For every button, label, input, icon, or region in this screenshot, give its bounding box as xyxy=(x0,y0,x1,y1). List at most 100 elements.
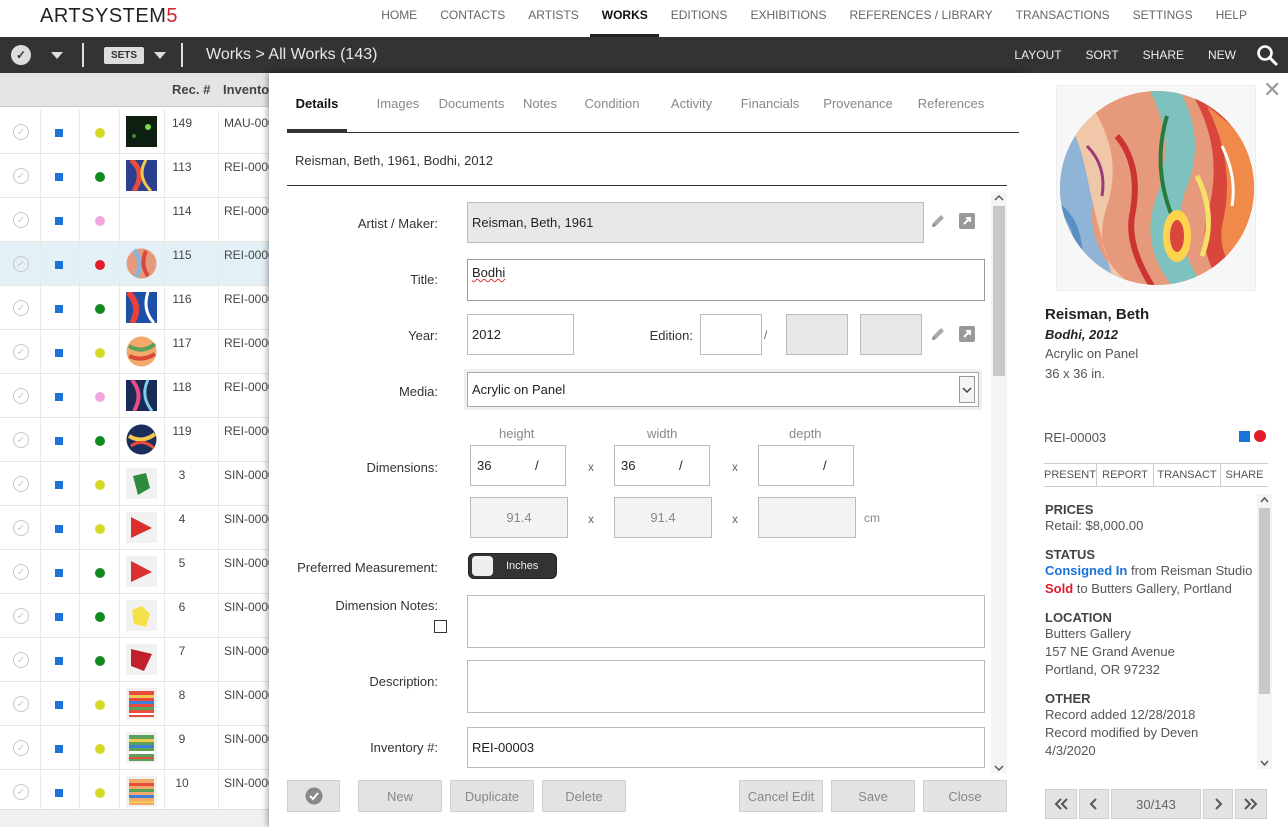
edit-edition-pencil-icon[interactable] xyxy=(929,325,947,343)
report-button[interactable]: REPORT xyxy=(1097,464,1154,486)
open-artist-external-icon[interactable] xyxy=(958,212,976,230)
artwork-thumbnail[interactable] xyxy=(126,424,157,455)
tab-details[interactable]: Details xyxy=(287,73,347,133)
nav-works[interactable]: WORKS xyxy=(589,0,659,37)
detail-scrollbar-thumb[interactable] xyxy=(1259,508,1270,694)
tab-references[interactable]: References xyxy=(903,73,999,132)
media-select[interactable]: Acrylic on Panel xyxy=(467,372,979,407)
cancel-edit-button[interactable]: Cancel Edit xyxy=(739,780,823,812)
row-check-icon[interactable]: ✓ xyxy=(13,388,29,404)
artwork-thumbnail[interactable] xyxy=(126,556,157,587)
sets-button[interactable]: SETS xyxy=(104,47,144,64)
nav-transactions[interactable]: TRANSACTIONS xyxy=(1004,0,1121,37)
artsystem-logo[interactable]: ARTSYSTEM5 xyxy=(40,5,178,28)
select-all-check-icon[interactable]: ✓ xyxy=(11,45,31,65)
row-check-icon[interactable]: ✓ xyxy=(13,212,29,228)
detail-scrollbar[interactable] xyxy=(1257,494,1272,769)
last-record-icon[interactable] xyxy=(1235,789,1267,819)
share-detail-button[interactable]: SHARE xyxy=(1221,464,1268,486)
artwork-thumbnail[interactable] xyxy=(126,336,157,367)
row-check-icon[interactable]: ✓ xyxy=(13,124,29,140)
form-scrollbar-thumb[interactable] xyxy=(993,206,1005,376)
nav-contacts[interactable]: CONTACTS xyxy=(428,0,516,37)
tab-financials[interactable]: Financials xyxy=(727,73,813,132)
tab-provenance[interactable]: Provenance xyxy=(813,73,903,132)
row-check-icon[interactable]: ✓ xyxy=(13,344,29,360)
artwork-thumbnail[interactable] xyxy=(126,158,157,193)
table-row[interactable]: ✓ 4 SIN-0000 xyxy=(0,506,270,550)
dimension-notes-field[interactable] xyxy=(467,595,985,648)
edition-number-field[interactable] xyxy=(700,314,762,355)
artwork-thumbnail[interactable] xyxy=(126,468,157,499)
sold-link[interactable]: Sold xyxy=(1045,581,1073,596)
next-record-icon[interactable] xyxy=(1203,789,1233,819)
row-check-icon[interactable]: ✓ xyxy=(13,256,29,272)
dimension-notes-checkbox[interactable] xyxy=(434,620,447,633)
layout-button[interactable]: LAYOUT xyxy=(1014,48,1061,62)
sort-button[interactable]: SORT xyxy=(1086,48,1119,62)
present-button[interactable]: PRESENT xyxy=(1044,464,1097,486)
sets-chevron-down-icon[interactable] xyxy=(154,52,166,59)
consigned-in-link[interactable]: Consigned In xyxy=(1045,563,1127,578)
table-row[interactable]: ✓ 114 REI-0000 xyxy=(0,198,270,242)
table-row[interactable]: ✓ 6 SIN-0000 xyxy=(0,594,270,638)
confirm-check-button[interactable] xyxy=(287,780,340,812)
artwork-thumbnail[interactable] xyxy=(126,688,157,719)
transact-button[interactable]: TRANSACT xyxy=(1154,464,1221,486)
row-check-icon[interactable]: ✓ xyxy=(13,168,29,184)
row-check-icon[interactable]: ✓ xyxy=(13,520,29,536)
table-row[interactable]: ✓ 149 MAU-000 xyxy=(0,110,270,154)
rec-column-header[interactable]: Rec. # xyxy=(172,82,210,97)
artwork-thumbnail[interactable] xyxy=(126,116,157,147)
depth-inches-field[interactable]: / xyxy=(758,445,854,486)
artwork-thumbnail[interactable] xyxy=(126,512,157,543)
duplicate-button[interactable]: Duplicate xyxy=(450,780,534,812)
nav-editions[interactable]: EDITIONS xyxy=(659,0,739,37)
table-row[interactable]: ✓ 10 SIN-0000 xyxy=(0,770,270,814)
table-row[interactable]: ✓ 3 SIN-0000 xyxy=(0,462,270,506)
row-check-icon[interactable]: ✓ xyxy=(13,476,29,492)
artwork-thumbnail[interactable] xyxy=(126,732,157,763)
artist-field[interactable]: Reisman, Beth, 1961 xyxy=(467,202,924,243)
row-check-icon[interactable]: ✓ xyxy=(13,696,29,712)
artwork-thumbnail[interactable] xyxy=(126,378,157,413)
table-row[interactable]: ✓ 116 REI-0000 xyxy=(0,286,270,330)
search-icon[interactable] xyxy=(1256,44,1278,66)
edition-type-field[interactable] xyxy=(860,314,922,355)
tab-documents[interactable]: Documents xyxy=(431,73,512,132)
delete-button[interactable]: Delete xyxy=(542,780,626,812)
title-field[interactable]: Bodhi xyxy=(467,259,985,301)
row-check-icon[interactable]: ✓ xyxy=(13,564,29,580)
first-record-icon[interactable] xyxy=(1045,789,1077,819)
previous-record-icon[interactable] xyxy=(1079,789,1109,819)
inventory-column-header[interactable]: Invento xyxy=(223,82,269,97)
width-inches-field[interactable]: 36 / xyxy=(614,445,710,486)
table-row[interactable]: ✓ 113 REI-0000 xyxy=(0,154,270,198)
close-button[interactable]: Close xyxy=(923,780,1007,812)
nav-exhibitions[interactable]: EXHIBITIONS xyxy=(738,0,837,37)
nav-settings[interactable]: SETTINGS xyxy=(1121,0,1204,37)
form-vertical-scrollbar[interactable] xyxy=(991,192,1007,774)
artwork-thumbnail[interactable] xyxy=(126,600,157,631)
tab-notes[interactable]: Notes xyxy=(512,73,568,132)
tab-images[interactable]: Images xyxy=(365,73,431,132)
nav-artists[interactable]: ARTISTS xyxy=(516,0,589,37)
select-menu-chevron-down-icon[interactable] xyxy=(51,52,63,59)
nav-home[interactable]: HOME xyxy=(369,0,428,37)
new-button[interactable]: NEW xyxy=(1208,48,1236,62)
nav-references-library[interactable]: REFERENCES / LIBRARY xyxy=(837,0,1003,37)
depth-cm-field[interactable] xyxy=(758,497,856,538)
table-row[interactable]: ✓ 118 REI-0000 xyxy=(0,374,270,418)
artwork-image[interactable] xyxy=(1056,85,1256,291)
nav-help[interactable]: HELP xyxy=(1204,0,1258,37)
artwork-thumbnail[interactable] xyxy=(125,289,157,325)
list-horizontal-scrollbar[interactable] xyxy=(0,809,270,827)
save-button[interactable]: Save xyxy=(831,780,915,812)
table-row[interactable]: ✓ 9 SIN-0000 xyxy=(0,726,270,770)
tab-condition[interactable]: Condition xyxy=(568,73,656,132)
open-edition-external-icon[interactable] xyxy=(958,325,976,343)
share-button[interactable]: SHARE xyxy=(1143,48,1184,62)
table-row[interactable]: ✓ 5 SIN-0000 xyxy=(0,550,270,594)
table-row[interactable]: ✓ 119 REI-0000 xyxy=(0,418,270,462)
edition-total-field[interactable] xyxy=(786,314,848,355)
